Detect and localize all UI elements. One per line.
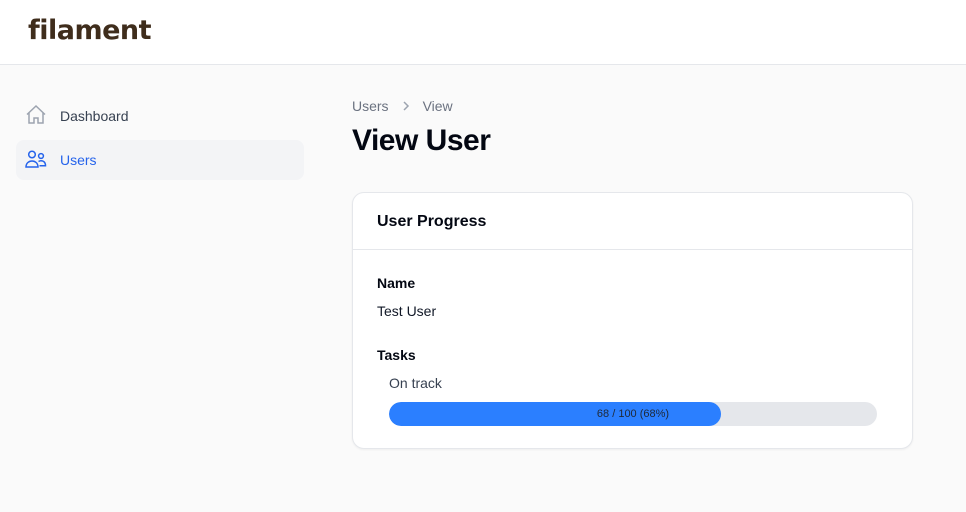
- name-value: Test User: [377, 303, 437, 319]
- breadcrumb-users[interactable]: Users: [352, 98, 389, 114]
- topbar: filament: [0, 0, 966, 65]
- name-label: Name: [377, 275, 416, 291]
- home-icon: [24, 103, 60, 130]
- users-icon: [24, 147, 60, 174]
- breadcrumb-view: View: [422, 98, 453, 114]
- breadcrumb: Users View: [352, 98, 453, 114]
- chevron-right-icon: [401, 98, 411, 114]
- filament-logo[interactable]: filament: [28, 15, 152, 46]
- tasks-label: Tasks: [377, 347, 416, 363]
- page-title: View User: [352, 124, 491, 157]
- user-progress-card: User Progress Name Test User Tasks On tr…: [352, 192, 913, 449]
- sidebar-item-users[interactable]: Users: [16, 140, 304, 180]
- card-title: User Progress: [353, 193, 912, 250]
- progress-bar: 68 / 100 (68%): [389, 402, 877, 426]
- status-text: On track: [389, 375, 442, 391]
- sidebar: Dashboard Users: [16, 96, 304, 184]
- progress-text: 68 / 100 (68%): [596, 408, 670, 420]
- sidebar-item-label: Dashboard: [60, 108, 129, 124]
- sidebar-item-dashboard[interactable]: Dashboard: [16, 96, 304, 136]
- sidebar-item-label: Users: [60, 152, 97, 168]
